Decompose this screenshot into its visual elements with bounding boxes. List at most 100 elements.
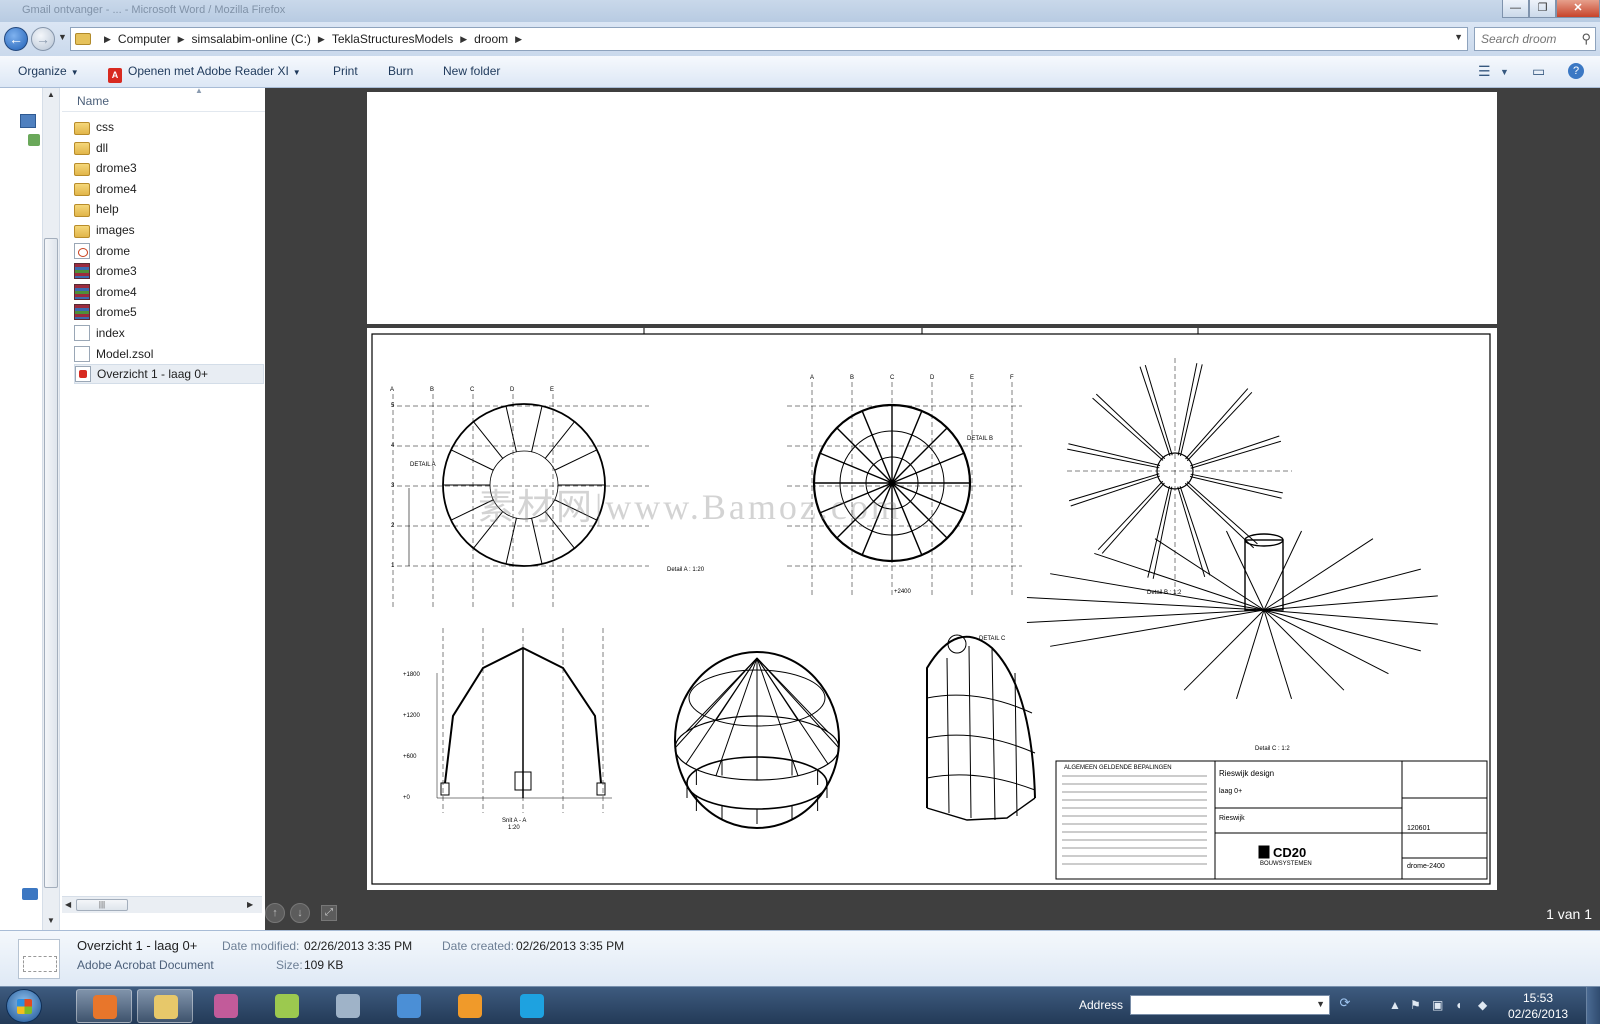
fit-page-button[interactable]: ⤢ [321, 905, 337, 921]
next-page-button[interactable]: ↓ [290, 903, 310, 923]
explorer-window: Gmail ontvanger - ... - Microsoft Word /… [0, 0, 1600, 1024]
open-with-button[interactable]: A Openen met Adobe Reader XI ▼ [108, 64, 301, 83]
close-button[interactable]: ✕ [1556, 0, 1600, 18]
scroll-left-icon[interactable]: ◀ [65, 900, 71, 909]
chevron-right-icon[interactable]: ▶ [318, 34, 325, 45]
file-item[interactable]: index [74, 323, 264, 343]
file-item[interactable]: drome4 [74, 282, 264, 302]
breadcrumb-tekla[interactable]: TeklaStructuresModels [332, 32, 453, 46]
breadcrumb-drive[interactable]: simsalabim-online (C:) [192, 32, 311, 46]
taskbar: Address ▼ ⟳ ▲ ⚑ ▣ ◖ ◆ 15:53 02/26/2013 [0, 986, 1600, 1024]
plan-a-col-e: E [550, 387, 554, 393]
hscroll-thumb[interactable]: ||| [76, 899, 128, 911]
address-dropdown-icon[interactable]: ▼ [1454, 32, 1463, 42]
media-player-icon [458, 994, 482, 1018]
plan-b-col-f: F [1010, 375, 1014, 381]
file-item[interactable]: css [74, 117, 264, 137]
taskbar-app-publisher[interactable] [381, 989, 437, 1023]
print-button[interactable]: Print [333, 64, 358, 78]
nav-scrollbar[interactable]: ▲ ▼ [42, 88, 59, 930]
clock[interactable]: 15:53 02/26/2013 [1508, 990, 1568, 1022]
start-button[interactable] [6, 989, 42, 1023]
search-icon[interactable]: ⚲ [1581, 31, 1591, 47]
file-item[interactable]: drome [74, 241, 264, 261]
file-item[interactable]: Overzicht 1 - laag 0+ [74, 364, 264, 385]
file-item[interactable]: images [74, 220, 264, 240]
breadcrumb-computer[interactable]: Computer [118, 32, 171, 46]
taskbar-app-notes[interactable] [259, 989, 315, 1023]
date-modified-value: 02/26/2013 3:35 PM [304, 939, 413, 953]
address-bar[interactable]: ▶ Computer ▶ simsalabim-online (C:) ▶ Te… [70, 27, 1468, 51]
taskbar-app-paint[interactable] [198, 989, 254, 1023]
scroll-right-icon[interactable]: ▶ [247, 900, 253, 909]
tray-expand-icon[interactable]: ▲ [1389, 998, 1401, 1012]
file-item[interactable]: drome3 [74, 158, 264, 178]
level-1200: +1200 [403, 713, 421, 719]
burn-button[interactable]: Burn [388, 64, 413, 78]
window-controls: — ❐ ✕ [1502, 0, 1600, 20]
section-scale: 1:20 [508, 825, 520, 831]
folder-icon [74, 203, 90, 217]
minimize-button[interactable]: — [1502, 0, 1529, 18]
file-item-label: css [96, 120, 114, 134]
detail-b-tag: DETAIL B [967, 436, 993, 442]
history-dropdown-icon[interactable]: ▼ [58, 32, 67, 42]
paint-icon [214, 994, 238, 1018]
action-center-icon[interactable]: ⚑ [1410, 998, 1421, 1012]
chevron-right-icon[interactable]: ▶ [104, 34, 111, 45]
file-item[interactable]: drome5 [74, 302, 264, 322]
network-tray-icon[interactable]: ▣ [1432, 998, 1443, 1012]
taskbar-app-firefox[interactable] [76, 989, 132, 1023]
help-icon[interactable]: ? [1568, 63, 1584, 79]
taskbar-go-button[interactable]: ⟳ [1334, 995, 1356, 1015]
previous-page-button[interactable]: ↑ [265, 903, 285, 923]
file-item[interactable]: drome3 [74, 261, 264, 281]
nav-scroll-thumb[interactable] [44, 238, 58, 888]
navigation-pane: ▲ ▼ [0, 88, 60, 930]
back-button[interactable]: ← [4, 27, 28, 51]
level-1800: +1800 [403, 672, 421, 678]
view-options-icon[interactable]: ☰ [1478, 63, 1491, 80]
search-box[interactable]: ⚲ [1474, 27, 1596, 51]
taskbar-app-media-player[interactable] [442, 989, 498, 1023]
scroll-down-icon[interactable]: ▼ [47, 916, 55, 925]
breadcrumb-droom[interactable]: droom [474, 32, 508, 46]
chevron-down-icon[interactable]: ▼ [1316, 999, 1325, 1009]
security-tray-icon[interactable]: ◆ [1478, 998, 1487, 1012]
volume-icon[interactable]: ◖ [1455, 998, 1462, 1012]
plan-a-col-c: C [470, 387, 475, 393]
maximize-button[interactable]: ❐ [1529, 0, 1556, 18]
view-dropdown-icon[interactable]: ▼ [1500, 67, 1509, 77]
preview-pane-icon[interactable]: ▭ [1532, 63, 1545, 80]
search-input[interactable] [1481, 31, 1573, 47]
section-caption: Snit A - A [502, 818, 526, 824]
address-row: ← → ▼ ▶ Computer ▶ simsalabim-online (C:… [0, 22, 1600, 56]
file-item[interactable]: Model.zsol [74, 344, 264, 364]
taskbar-app-calculator[interactable] [320, 989, 376, 1023]
file-list-hscrollbar[interactable]: ◀ ||| ▶ [62, 896, 262, 913]
scroll-up-icon[interactable]: ▲ [47, 90, 55, 99]
file-item[interactable]: dll [74, 138, 264, 158]
file-item-label: drome3 [96, 264, 137, 279]
chevron-right-icon[interactable]: ▶ [460, 34, 467, 45]
level-600: +600 [403, 754, 417, 760]
chevron-right-icon[interactable]: ▶ [178, 34, 185, 45]
folder-icon [74, 162, 90, 176]
details-file-name: Overzicht 1 - laag 0+ [77, 938, 198, 953]
taskbar-app-skype[interactable] [504, 989, 560, 1023]
computer-icon[interactable] [20, 114, 36, 128]
new-folder-button[interactable]: New folder [443, 64, 500, 78]
name-column-header[interactable]: Name ▲ [62, 86, 265, 112]
plan-level-caption: +2400 [894, 589, 912, 595]
homegroup-icon[interactable] [22, 888, 38, 900]
organize-button[interactable]: Organize ▼ [18, 64, 79, 78]
taskbar-app-explorer[interactable] [137, 989, 193, 1023]
show-desktop-button[interactable] [1586, 987, 1600, 1024]
file-item[interactable]: drome4 [74, 179, 264, 199]
forward-button[interactable]: → [31, 27, 55, 51]
network-icon[interactable] [28, 134, 40, 146]
project-name: Rieswijk design [1219, 769, 1274, 778]
chevron-right-icon[interactable]: ▶ [515, 34, 522, 45]
file-item[interactable]: help [74, 199, 264, 219]
taskbar-address-input[interactable]: ▼ [1130, 995, 1330, 1015]
